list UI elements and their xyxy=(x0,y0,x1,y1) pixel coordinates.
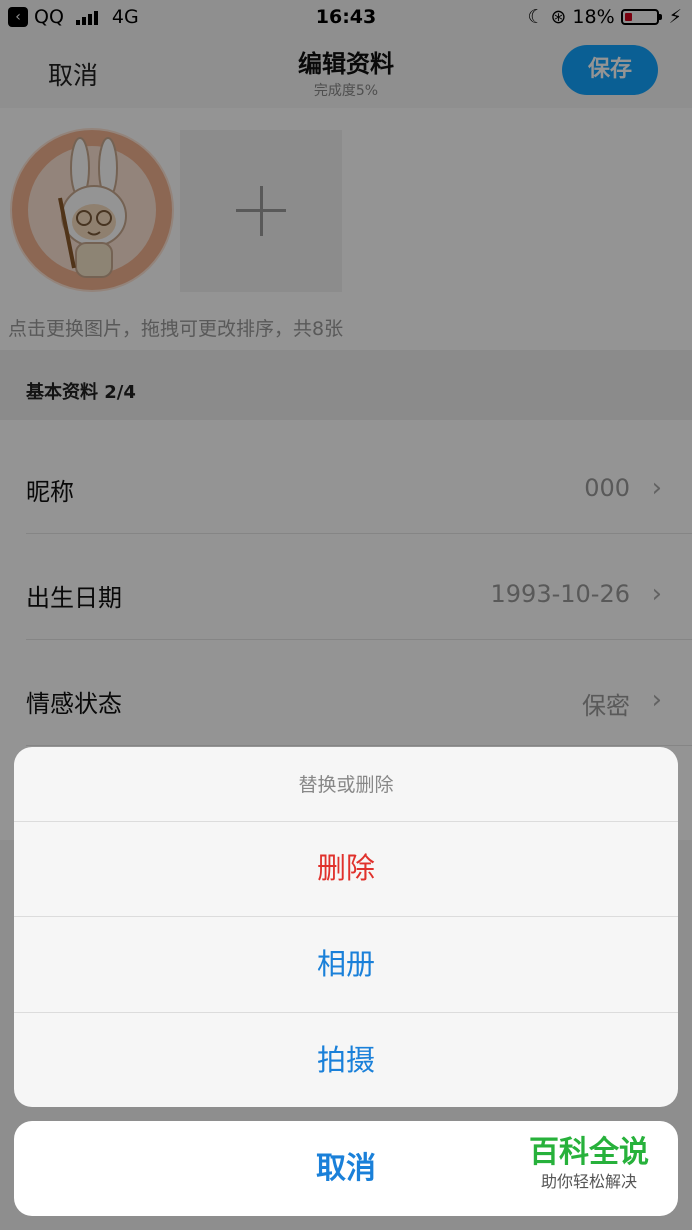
action-sheet-title: 替换或删除 xyxy=(14,747,678,822)
action-sheet: 替换或删除 删除 相册 拍摄 xyxy=(14,747,678,1107)
watermark-subtitle: 助你轻松解决 xyxy=(540,1172,637,1191)
watermark-title: 百科全说 xyxy=(529,1135,649,1170)
action-sheet-cancel[interactable]: 取消 百科全说 助你轻松解决 xyxy=(14,1121,678,1216)
choose-from-album-button[interactable]: 相册 xyxy=(14,917,678,1013)
take-photo-button[interactable]: 拍摄 xyxy=(14,1013,678,1107)
watermark-logo: 百科全说 助你轻松解决 xyxy=(514,1135,664,1193)
delete-photo-button[interactable]: 删除 xyxy=(14,821,678,917)
